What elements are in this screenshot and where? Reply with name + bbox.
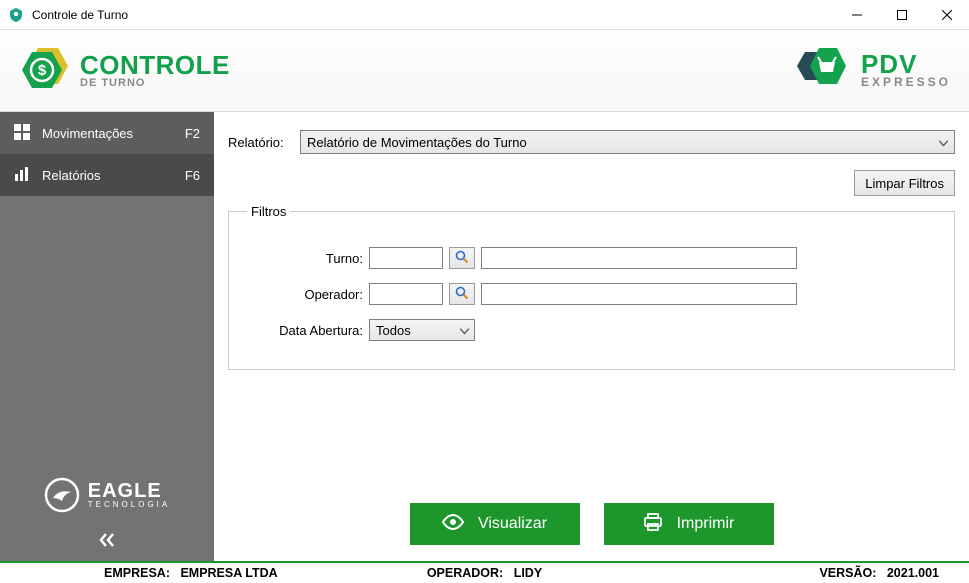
logo-controle: $ CONTROLE DE TURNO <box>18 46 230 96</box>
logo-pdv-line1: PDV <box>861 52 951 77</box>
minimize-button[interactable] <box>834 0 879 29</box>
logo-pdv-line2: EXPRESSO <box>861 77 951 88</box>
status-bar: EMPRESA: EMPRESA LTDA OPERADOR: LIDY VER… <box>0 561 969 583</box>
maximize-button[interactable] <box>879 0 924 29</box>
printer-icon <box>643 513 663 536</box>
sidebar: Movimentações F2 Relatórios F6 EAGLE TEC… <box>0 112 214 561</box>
versao-value: 2021.001 <box>887 566 939 580</box>
operador-label: Operador: <box>243 287 363 302</box>
chevron-down-icon <box>460 323 469 338</box>
main-panel: Relatório: Relatório de Movimentações do… <box>214 112 969 561</box>
empresa-value: EMPRESA LTDA <box>180 566 277 580</box>
svg-text:$: $ <box>38 62 47 79</box>
eagle-logo: EAGLE TECNOLOGIA <box>0 467 214 521</box>
operador-name-input[interactable] <box>481 283 797 305</box>
filtros-legend: Filtros <box>247 204 290 219</box>
turno-lookup-button[interactable] <box>449 247 475 269</box>
logo-controle-line2: DE TURNO <box>80 78 230 89</box>
chevron-double-left-icon <box>97 532 117 551</box>
sidebar-item-label: Relatórios <box>42 168 101 183</box>
close-button[interactable] <box>924 0 969 29</box>
window-title: Controle de Turno <box>32 8 834 22</box>
visualizar-label: Visualizar <box>478 515 547 533</box>
eagle-line2: TECNOLOGIA <box>88 501 170 509</box>
empresa-label: EMPRESA: <box>104 566 170 580</box>
basket-hexagon-icon <box>791 44 853 98</box>
eagle-icon <box>44 477 80 513</box>
sidebar-item-shortcut: F6 <box>185 168 200 183</box>
eagle-line1: EAGLE <box>88 481 170 501</box>
turno-name-input[interactable] <box>481 247 797 269</box>
titlebar: Controle de Turno <box>0 0 969 30</box>
sidebar-collapse-button[interactable] <box>0 521 214 561</box>
imprimir-label: Imprimir <box>677 515 735 533</box>
data-abertura-select[interactable]: Todos <box>369 319 475 341</box>
relatorio-label: Relatório: <box>228 135 292 150</box>
data-abertura-label: Data Abertura: <box>243 323 363 338</box>
visualizar-button[interactable]: Visualizar <box>410 503 580 545</box>
operador-status-value: LIDY <box>514 566 542 580</box>
filtros-fieldset: Filtros Turno: Operador: Data Abertura: <box>228 204 955 370</box>
search-icon <box>455 250 469 267</box>
data-abertura-value: Todos <box>376 323 411 338</box>
relatorio-value: Relatório de Movimentações do Turno <box>307 135 527 150</box>
operador-lookup-button[interactable] <box>449 283 475 305</box>
sidebar-item-shortcut: F2 <box>185 126 200 141</box>
search-icon <box>455 286 469 303</box>
dollar-hexagon-icon: $ <box>18 46 72 96</box>
limpar-filtros-button[interactable]: Limpar Filtros <box>854 170 955 196</box>
grid-icon <box>14 124 30 143</box>
turno-label: Turno: <box>243 251 363 266</box>
logo-controle-line1: CONTROLE <box>80 52 230 78</box>
header-band: $ CONTROLE DE TURNO PDV EXPRESSO <box>0 30 969 112</box>
logo-pdv: PDV EXPRESSO <box>791 44 951 98</box>
app-icon <box>6 5 26 25</box>
operador-status-label: OPERADOR: <box>427 566 503 580</box>
bar-chart-icon <box>14 166 30 185</box>
versao-label: VERSÃO: <box>819 566 876 580</box>
sidebar-item-relatorios[interactable]: Relatórios F6 <box>0 154 214 196</box>
relatorio-select[interactable]: Relatório de Movimentações do Turno <box>300 130 955 154</box>
chevron-down-icon <box>939 135 948 150</box>
eye-icon <box>442 514 464 535</box>
turno-code-input[interactable] <box>369 247 443 269</box>
imprimir-button[interactable]: Imprimir <box>604 503 774 545</box>
sidebar-item-movimentacoes[interactable]: Movimentações F2 <box>0 112 214 154</box>
operador-code-input[interactable] <box>369 283 443 305</box>
sidebar-item-label: Movimentações <box>42 126 133 141</box>
